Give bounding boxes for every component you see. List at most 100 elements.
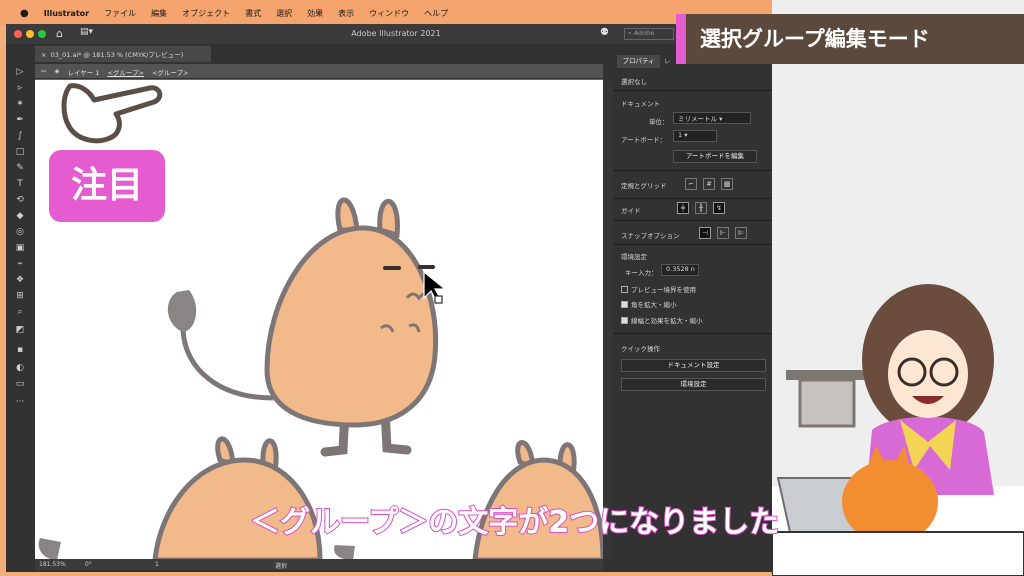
document-tab[interactable]: × 03_01.ai* @ 181.53 % (CMYK/プレビュー)	[35, 46, 211, 62]
vertical-scrollbar[interactable]	[603, 79, 613, 559]
transparency-grid-icon[interactable]: ▩	[721, 178, 733, 190]
rectangle-tool-icon[interactable]: □	[14, 146, 26, 158]
preferences-title: 環境設定	[621, 253, 647, 261]
tail-tuft	[167, 290, 197, 332]
breadcrumb-layer[interactable]: レイヤー 1	[67, 67, 99, 77]
document-setup-button[interactable]: ドキュメント設定	[621, 359, 766, 372]
key-input-field[interactable]: 0.3528 n	[661, 264, 699, 276]
scale-corners-label: 角を拡大・縮小	[631, 301, 677, 309]
document-tab-label: 03_01.ai* @ 181.53 % (CMYK/プレビュー)	[50, 51, 184, 59]
curvature-tool-icon[interactable]: ∫	[14, 130, 26, 142]
window-title: Adobe Illustrator 2021	[351, 29, 441, 38]
search-placeholder: Adobe	[633, 29, 655, 37]
menu-app-name[interactable]: Illustrator	[44, 9, 89, 18]
layers-icon: ◈	[54, 67, 60, 75]
menu-view[interactable]: 表示	[338, 8, 354, 19]
menu-help[interactable]: ヘルプ	[424, 8, 448, 19]
artboard-tool-icon[interactable]: ⊞	[14, 290, 26, 302]
preview-bounds-checkbox[interactable]: プレビュー境界を使用	[621, 284, 696, 294]
type-tool-icon[interactable]: T	[14, 178, 26, 190]
rotate-tool-icon[interactable]: ⟲	[14, 194, 26, 206]
home-icon[interactable]: ⌂	[56, 27, 63, 40]
workspace-icon[interactable]: ▤▾	[80, 27, 93, 37]
tab-properties[interactable]: プロパティ	[617, 55, 660, 68]
pen-tool-icon[interactable]: ✒	[14, 114, 26, 126]
overlay-title: 選択グループ編集モード	[700, 27, 930, 51]
snap-to-pixel-icon[interactable]: ⊩	[717, 227, 729, 239]
lock-guides-icon[interactable]: ╫	[695, 202, 707, 214]
window-titlebar: ⌂ ▤▾ Adobe Illustrator 2021 ⚉ ⌕ Adobe	[6, 24, 772, 44]
status-bar: 181.53% 0° 1 選択	[35, 559, 603, 570]
menu-window[interactable]: ウィンドウ	[369, 8, 409, 19]
current-tool: 選択	[275, 563, 288, 570]
fill-stroke-icon[interactable]: ◩	[14, 324, 26, 336]
artboard-label: アートボード：	[621, 136, 667, 144]
back-arrow-icon[interactable]: ⇦	[41, 67, 46, 75]
breadcrumb-group-2[interactable]: <グループ>	[152, 67, 189, 77]
checkbox-checked-icon	[621, 317, 628, 324]
tab-layers[interactable]: レ	[664, 55, 674, 68]
tools-panel: ▷ ▹ ✶ ✒ ∫ □ ✎ T ⟲ ◆ ◎ ▣ ⌁ ❖ ⊞ ⌕ ◩ ▪ ◐ ▭ …	[8, 62, 32, 482]
minimize-window-button[interactable]	[26, 30, 34, 38]
warp-tool-icon[interactable]: ◎	[14, 226, 26, 238]
close-window-button[interactable]	[14, 30, 22, 38]
artboard-value: 1	[678, 131, 683, 139]
menu-type[interactable]: 書式	[245, 8, 261, 19]
menu-object[interactable]: オブジェクト	[182, 8, 230, 19]
eyedropper-tool-icon[interactable]: ⌁	[14, 258, 26, 270]
more-tools-icon[interactable]: ···	[14, 396, 26, 408]
desk-drawer	[798, 378, 856, 428]
eraser-tool-icon[interactable]: ◆	[14, 210, 26, 222]
close-tab-icon[interactable]: ×	[41, 51, 51, 59]
draw-mode-icon[interactable]: ◐	[14, 362, 26, 374]
zoom-level[interactable]: 181.53%	[39, 561, 66, 568]
paintbrush-tool-icon[interactable]: ✎	[14, 162, 26, 174]
no-selection-label: 選択なし	[621, 78, 647, 86]
checkbox-checked-icon	[621, 301, 628, 308]
ruler-icon[interactable]: ⌐	[685, 178, 697, 190]
menu-select[interactable]: 選択	[276, 8, 292, 19]
scale-strokes-checkbox[interactable]: 線幅と効果を拡大・縮小	[621, 315, 703, 325]
menu-edit[interactable]: 編集	[151, 8, 167, 19]
unit-select[interactable]: ミリメートル ▾	[673, 112, 751, 124]
breadcrumb-group-1[interactable]: <グループ>	[107, 67, 144, 77]
blend-tool-icon[interactable]: ❖	[14, 274, 26, 286]
selection-tool-icon[interactable]: ▷	[14, 66, 26, 78]
title-accent	[676, 14, 686, 64]
key-input-label: キー入力：	[625, 269, 658, 277]
unit-value: ミリメートル	[678, 115, 717, 123]
menu-effect[interactable]: 効果	[307, 8, 323, 19]
cursor-badge	[434, 295, 443, 304]
snap-to-point-icon[interactable]: ⊣	[699, 227, 711, 239]
zoom-tool-icon[interactable]: ⌕	[14, 306, 26, 318]
snap-to-glyph-icon[interactable]: ⊫	[735, 227, 747, 239]
quick-actions-title: クイック操作	[621, 345, 660, 353]
scale-strokes-label: 線幅と効果を拡大・縮小	[631, 317, 703, 325]
rotate-view[interactable]: 0°	[85, 561, 92, 568]
smart-guides-icon[interactable]: ↯	[713, 202, 725, 214]
gradient-tool-icon[interactable]: ▣	[14, 242, 26, 254]
edit-artboard-button[interactable]: アートボードを編集	[673, 150, 757, 163]
unit-label: 単位：	[649, 118, 669, 126]
left-ear	[335, 197, 360, 233]
artboard-number[interactable]: 1	[155, 561, 159, 568]
color-mode-icon[interactable]: ▪	[14, 344, 26, 356]
preferences-button[interactable]: 環境設定	[621, 378, 766, 391]
share-icon[interactable]: ⚉	[600, 27, 609, 38]
tail	[180, 329, 274, 401]
grid-icon[interactable]: #	[703, 178, 715, 190]
preview-bounds-label: プレビュー境界を使用	[631, 286, 696, 294]
scale-corners-checkbox[interactable]: 角を拡大・縮小	[621, 299, 677, 309]
artboard-select[interactable]: 1 ▾	[673, 130, 717, 142]
apple-logo-icon[interactable]: ●	[20, 8, 29, 19]
search-input[interactable]: ⌕ Adobe	[624, 28, 674, 40]
document-section-title: ドキュメント	[621, 100, 660, 108]
zoom-window-button[interactable]	[38, 30, 46, 38]
screen-mode-icon[interactable]: ▭	[14, 378, 26, 390]
direct-selection-tool-icon[interactable]: ▹	[14, 82, 26, 94]
checkbox-icon	[621, 286, 628, 293]
breadcrumb: ⇦ ◈ レイヤー 1 <グループ> <グループ>	[35, 64, 603, 78]
show-guides-icon[interactable]: ╪	[677, 202, 689, 214]
magic-wand-icon[interactable]: ✶	[14, 98, 26, 110]
menu-file[interactable]: ファイル	[104, 8, 136, 19]
